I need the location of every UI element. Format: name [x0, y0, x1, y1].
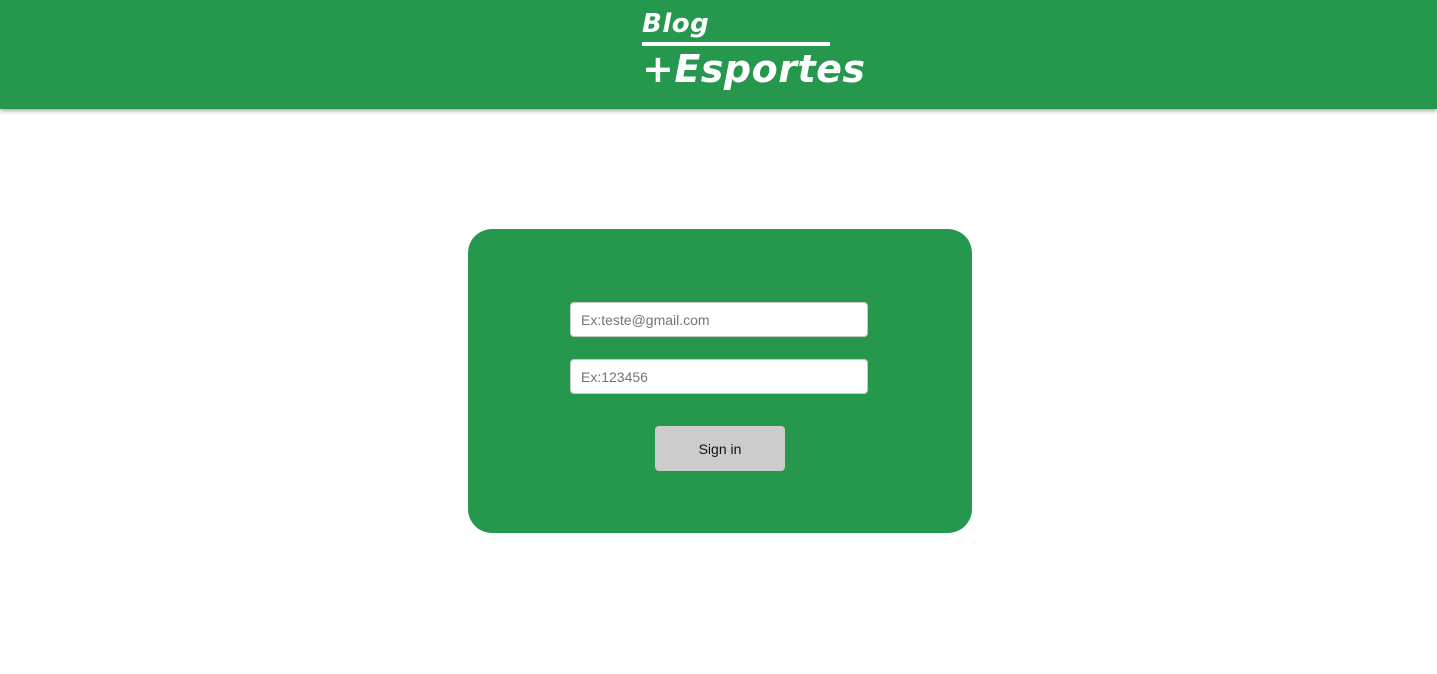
login-card: Sign in [468, 229, 972, 533]
site-header: Blog +Esportes [0, 0, 1437, 109]
email-field[interactable] [570, 302, 868, 337]
logo-blog-text: Blog [642, 9, 710, 39]
password-field[interactable] [570, 359, 868, 394]
logo-esportes-text: +Esportes [642, 47, 866, 91]
site-logo[interactable]: Blog +Esportes [642, 8, 866, 92]
sign-in-button[interactable]: Sign in [655, 426, 785, 471]
